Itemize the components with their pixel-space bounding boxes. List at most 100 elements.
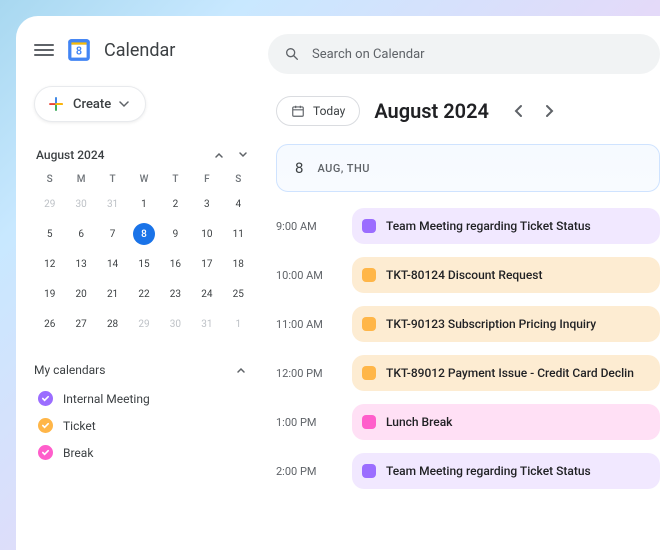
mini-day[interactable]: 9 [160, 223, 191, 245]
mini-calendar: August 2024 SMTWTFS293031123456789101112… [34, 146, 254, 335]
mini-day[interactable]: 30 [160, 313, 191, 335]
mini-day[interactable]: 5 [34, 223, 65, 245]
event-row: 12:00 PMTKT-89012 Payment Issue - Credit… [276, 355, 660, 391]
calendar-icon [291, 104, 305, 118]
event-card[interactable]: Team Meeting regarding Ticket Status [352, 453, 660, 489]
event-time: 2:00 PM [276, 453, 338, 489]
calendar-logo: 8 [66, 37, 92, 63]
mini-day[interactable]: 31 [97, 193, 128, 215]
event-card[interactable]: Team Meeting regarding Ticket Status [352, 208, 660, 244]
prev-period[interactable] [507, 99, 531, 123]
calendar-item-label: Internal Meeting [63, 392, 150, 406]
mini-dow: T [160, 174, 191, 185]
mini-day[interactable]: 25 [223, 283, 254, 305]
mini-day[interactable]: 16 [160, 253, 191, 275]
event-title: TKT-90123 Subscription Pricing Inquiry [386, 317, 596, 331]
event-color-dot [362, 268, 376, 282]
my-calendars: My calendars Internal Meeting Ticket Break [34, 361, 254, 460]
mini-day[interactable]: 1 [223, 313, 254, 335]
event-row: 1:00 PMLunch Break [276, 404, 660, 440]
event-color-dot [362, 317, 376, 331]
mini-dow: S [34, 174, 65, 185]
mini-day[interactable]: 18 [223, 253, 254, 275]
event-title: TKT-89012 Payment Issue - Credit Card De… [386, 366, 634, 380]
svg-text:8: 8 [76, 44, 82, 57]
plus-icon [47, 95, 65, 113]
calendar-item[interactable]: Ticket [34, 418, 254, 433]
mini-day[interactable]: 30 [65, 193, 96, 215]
mini-day[interactable]: 14 [97, 253, 128, 275]
calendar-item[interactable]: Internal Meeting [34, 391, 254, 406]
mini-day[interactable]: 8 [128, 223, 159, 245]
event-card[interactable]: TKT-89012 Payment Issue - Credit Card De… [352, 355, 660, 391]
event-color-dot [362, 366, 376, 380]
search-bar[interactable] [268, 34, 660, 74]
mini-day[interactable]: 15 [128, 253, 159, 275]
main-panel: Today August 2024 8 AUG, THU 9:00 AMTeam… [268, 16, 660, 550]
mini-dow: M [65, 174, 96, 185]
day-number: 8 [295, 159, 303, 177]
mini-day[interactable]: 27 [65, 313, 96, 335]
event-color-dot [362, 415, 376, 429]
event-title: TKT-80124 Discount Request [386, 268, 542, 282]
event-row: 2:00 PM Team Meeting regarding Ticket Sta… [276, 453, 660, 489]
mini-next-month[interactable] [234, 146, 252, 164]
event-card[interactable]: TKT-90123 Subscription Pricing Inquiry [352, 306, 660, 342]
mini-day[interactable]: 29 [128, 313, 159, 335]
mini-dow: S [223, 174, 254, 185]
mini-day[interactable]: 12 [34, 253, 65, 275]
mini-day[interactable]: 21 [97, 283, 128, 305]
mini-day[interactable]: 2 [160, 193, 191, 215]
mini-day[interactable]: 22 [128, 283, 159, 305]
mini-dow: W [128, 174, 159, 185]
mini-day[interactable]: 20 [65, 283, 96, 305]
create-button[interactable]: Create [34, 86, 146, 122]
event-title: Team Meeting regarding Ticket Status [386, 219, 591, 233]
mini-day[interactable]: 13 [65, 253, 96, 275]
check-icon [38, 418, 53, 433]
main-toolbar: Today August 2024 [268, 96, 660, 126]
today-label: Today [313, 104, 345, 118]
next-period[interactable] [537, 99, 561, 123]
app-header: 8 Calendar [34, 34, 254, 66]
events-list: 9:00 AMTeam Meeting regarding Ticket Sta… [268, 208, 660, 489]
mini-day[interactable]: 29 [34, 193, 65, 215]
mini-dow: T [97, 174, 128, 185]
app-window: 8 Calendar Create August 2024 [16, 16, 660, 550]
check-icon [38, 391, 53, 406]
my-calendars-title: My calendars [34, 363, 105, 377]
mini-prev-month[interactable] [210, 146, 228, 164]
mini-day[interactable]: 7 [97, 223, 128, 245]
mini-day[interactable]: 17 [191, 253, 222, 275]
search-icon [284, 46, 300, 62]
mini-day[interactable]: 1 [128, 193, 159, 215]
calendar-item-label: Ticket [63, 419, 96, 433]
mini-day[interactable]: 28 [97, 313, 128, 335]
mini-day[interactable]: 3 [191, 193, 222, 215]
mini-day[interactable]: 31 [191, 313, 222, 335]
mini-day[interactable]: 19 [34, 283, 65, 305]
mini-day[interactable]: 23 [160, 283, 191, 305]
event-card[interactable]: TKT-80124 Discount Request [352, 257, 660, 293]
mini-day[interactable]: 11 [223, 223, 254, 245]
month-title: August 2024 [374, 99, 489, 123]
event-title: Lunch Break [386, 415, 452, 429]
event-card[interactable]: Lunch Break [352, 404, 660, 440]
mini-dow: F [191, 174, 222, 185]
mini-day[interactable]: 6 [65, 223, 96, 245]
mini-day[interactable]: 4 [223, 193, 254, 215]
chevron-up-icon[interactable] [232, 361, 250, 379]
mini-day[interactable]: 10 [191, 223, 222, 245]
calendar-item[interactable]: Break [34, 445, 254, 460]
mini-day[interactable]: 24 [191, 283, 222, 305]
chevron-down-icon [119, 99, 129, 109]
calendar-item-label: Break [63, 446, 93, 460]
menu-icon[interactable] [34, 44, 54, 56]
event-time: 10:00 AM [276, 257, 338, 293]
event-time: 11:00 AM [276, 306, 338, 342]
event-row: 10:00 AM TKT-80124 Discount Request [276, 257, 660, 293]
today-button[interactable]: Today [276, 96, 360, 126]
check-icon [38, 445, 53, 460]
search-input[interactable] [312, 47, 644, 62]
mini-day[interactable]: 26 [34, 313, 65, 335]
